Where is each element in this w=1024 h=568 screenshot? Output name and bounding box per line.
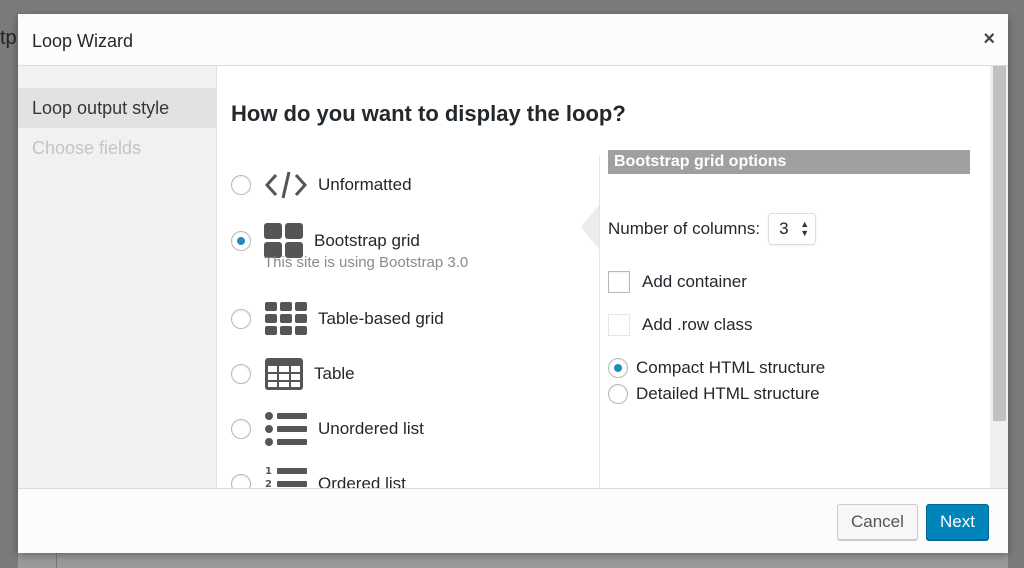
stepper-arrows-icon[interactable]: ▲ ▼ <box>800 220 809 238</box>
add-container-row[interactable]: Add container <box>608 271 747 293</box>
add-row-class-checkbox <box>608 314 630 336</box>
option-table-based-grid[interactable]: Table-based grid <box>231 299 444 339</box>
cancel-button[interactable]: Cancel <box>837 504 918 540</box>
loop-wizard-dialog: Loop Wizard × Loop output style Choose f… <box>18 14 1008 553</box>
option-ordered-list[interactable]: 1 2 3 Ordered list <box>231 464 406 488</box>
sidebar-item-choose-fields: Choose fields <box>32 138 142 158</box>
detailed-structure-row[interactable]: Detailed HTML structure <box>608 384 820 404</box>
radio-detailed-structure[interactable] <box>608 384 628 404</box>
option-unordered-list[interactable]: Unordered list <box>231 409 424 449</box>
dialog-titlebar: Loop Wizard × <box>18 14 1008 66</box>
radio-unformatted[interactable] <box>231 175 251 195</box>
option-label: Bootstrap grid <box>314 231 420 250</box>
option-label: Unformatted <box>318 175 412 194</box>
columns-stepper[interactable]: 3 ▲ ▼ <box>768 213 817 245</box>
option-label: Table <box>314 364 355 383</box>
table-icon <box>264 354 304 394</box>
sidebar-item-loop-output-style[interactable]: Loop output style <box>18 88 216 128</box>
content-divider <box>599 156 600 488</box>
content-scrollbar[interactable] <box>990 66 1008 488</box>
option-label: Unordered list <box>318 419 424 438</box>
radio-compact-structure[interactable] <box>608 358 628 378</box>
columns-value: 3 <box>779 219 789 238</box>
close-icon[interactable]: × <box>983 28 995 51</box>
options-panel-heading: Bootstrap grid options <box>608 150 970 174</box>
add-row-class-label: Add .row class <box>642 315 753 334</box>
background-partial-text: tp <box>0 27 17 49</box>
svg-text:1: 1 <box>265 466 272 477</box>
code-icon <box>264 165 308 205</box>
radio-bootstrap-grid[interactable] <box>231 231 251 251</box>
radio-table[interactable] <box>231 364 251 384</box>
compact-structure-label: Compact HTML structure <box>636 358 826 377</box>
wizard-content: How do you want to display the loop? Unf… <box>217 66 990 488</box>
option-label: Table-based grid <box>318 309 444 328</box>
radio-table-based-grid[interactable] <box>231 309 251 329</box>
page-title: How do you want to display the loop? <box>231 101 626 126</box>
columns-row: Number of columns: 3 ▲ ▼ <box>608 213 817 245</box>
dialog-title: Loop Wizard <box>32 31 134 51</box>
option-unformatted[interactable]: Unformatted <box>231 165 412 205</box>
selection-pointer <box>581 205 599 249</box>
option-table[interactable]: Table <box>231 354 355 394</box>
add-container-checkbox[interactable] <box>608 271 630 293</box>
unordered-list-icon <box>264 409 308 449</box>
scrollbar-thumb[interactable] <box>993 66 1006 421</box>
columns-label: Number of columns: <box>608 219 761 238</box>
radio-ordered-list[interactable] <box>231 474 251 488</box>
next-button[interactable]: Next <box>926 504 989 540</box>
radio-unordered-list[interactable] <box>231 419 251 439</box>
add-row-class-row: Add .row class <box>608 314 753 336</box>
ordered-list-icon: 1 2 3 <box>264 464 308 488</box>
table-grid-icon <box>264 299 308 339</box>
option-label: Ordered list <box>318 474 406 488</box>
dialog-footer: Cancel Next <box>18 488 1008 553</box>
add-container-label: Add container <box>642 272 747 291</box>
compact-structure-row[interactable]: Compact HTML structure <box>608 358 825 378</box>
svg-text:2: 2 <box>265 479 272 488</box>
detailed-structure-label: Detailed HTML structure <box>636 384 820 403</box>
bootstrap-version-note: This site is using Bootstrap 3.0 <box>264 254 469 271</box>
wizard-sidebar: Loop output style Choose fields <box>18 66 217 488</box>
